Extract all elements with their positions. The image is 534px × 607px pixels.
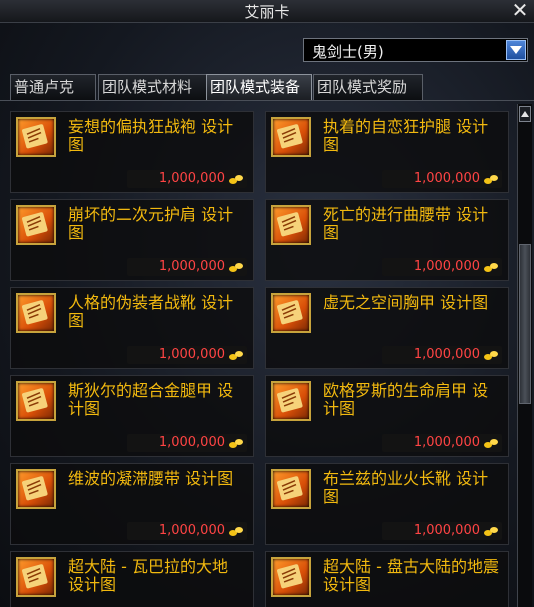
close-icon[interactable]: ✕ [510,0,530,22]
gold-coin-icon [229,351,243,360]
scroll-up-arrow-icon[interactable] [519,106,531,122]
window-title: 艾丽卡 [244,2,290,21]
item-name: 妄想的偏执狂战袍 设计图 [68,117,234,154]
class-select-value: 鬼剑士(男) [312,43,384,61]
item-name: 执着的自恋狂护腿 设计图 [323,117,489,154]
item-name: 崩坏的二次元护肩 设计图 [68,205,234,242]
tab-normal-luke[interactable]: 普通卢克 [10,74,96,100]
item-name: 超大陆 - 瓦巴拉的大地 设计图 [68,557,228,594]
list-item[interactable]: 斯狄尔的超合金腿甲 设计图 1,000,000 [10,375,254,457]
list-item[interactable]: 虚无之空间胸甲 设计图 1,000,000 [265,287,509,369]
item-price: 1,000,000 [127,434,247,452]
item-price: 1,000,000 [127,170,247,188]
tab-team-equipment[interactable]: 团队模式装备 [206,74,312,100]
blueprint-scroll-icon [16,293,56,333]
title-bar: 艾丽卡 ✕ [0,0,534,23]
scrollbar[interactable] [517,104,532,607]
item-name: 超大陆 - 盘古大陆的地震 设计图 [323,557,499,594]
list-item[interactable]: 人格的伪装者战靴 设计图 1,000,000 [10,287,254,369]
list-item[interactable]: 妄想的偏执狂战袍 设计图 1,000,000 [10,111,254,193]
item-price: 1,000,000 [382,258,502,276]
blueprint-scroll-icon [271,381,311,421]
gold-coin-icon [229,263,243,272]
tab-team-materials[interactable]: 团队模式材料 [98,74,208,100]
blueprint-scroll-icon [16,205,56,245]
tab-bar: 普通卢克 团队模式材料 团队模式装备 团队模式奖励 [10,74,450,100]
item-name: 人格的伪装者战靴 设计图 [68,293,234,330]
list-item[interactable]: 欧格罗斯的生命肩甲 设计图 1,000,000 [265,375,509,457]
blueprint-scroll-icon [16,469,56,509]
gold-coin-icon [484,439,498,448]
item-name: 死亡的进行曲腰带 设计图 [323,205,489,242]
item-name: 布兰兹的业火长靴 设计图 [323,469,489,506]
gold-coin-icon [229,175,243,184]
blueprint-scroll-icon [271,293,311,333]
gold-coin-icon [229,439,243,448]
tab-team-rewards[interactable]: 团队模式奖励 [313,74,423,100]
item-price: 1,000,000 [382,346,502,364]
blueprint-scroll-icon [271,469,311,509]
scrollbar-thumb[interactable] [519,244,531,404]
list-item[interactable]: 维波的凝滞腰带 设计图 1,000,000 [10,463,254,545]
list-item[interactable]: 崩坏的二次元护肩 设计图 1,000,000 [10,199,254,281]
item-name: 虚无之空间胸甲 设计图 [323,293,489,312]
item-price: 1,000,000 [127,258,247,276]
list-item[interactable]: 超大陆 - 盘古大陆的地震 设计图 [265,551,509,607]
item-name: 维波的凝滞腰带 设计图 [68,469,234,488]
list-item[interactable]: 死亡的进行曲腰带 设计图 1,000,000 [265,199,509,281]
blueprint-scroll-icon [271,117,311,157]
class-select[interactable]: 鬼剑士(男) [303,38,528,62]
blueprint-scroll-icon [16,117,56,157]
blueprint-scroll-icon [271,557,311,597]
gold-coin-icon [484,263,498,272]
item-name: 欧格罗斯的生命肩甲 设计图 [323,381,489,418]
blueprint-scroll-icon [16,381,56,421]
item-price: 1,000,000 [127,522,247,540]
dropdown-arrow-icon[interactable] [506,40,526,60]
item-list: 妄想的偏执狂战袍 设计图 1,000,000 执着的自恋狂护腿 设计图 1,00… [0,100,534,607]
item-price: 1,000,000 [127,346,247,364]
blueprint-scroll-icon [16,557,56,597]
gold-coin-icon [484,175,498,184]
item-price: 1,000,000 [382,522,502,540]
shop-window: 艾丽卡 ✕ 鬼剑士(男) 普通卢克 团队模式材料 团队模式装备 团队模式奖励 妄… [0,0,534,607]
list-item[interactable]: 执着的自恋狂护腿 设计图 1,000,000 [265,111,509,193]
item-name: 斯狄尔的超合金腿甲 设计图 [68,381,234,418]
gold-coin-icon [229,527,243,536]
list-item[interactable]: 布兰兹的业火长靴 设计图 1,000,000 [265,463,509,545]
gold-coin-icon [484,527,498,536]
item-price: 1,000,000 [382,170,502,188]
item-price: 1,000,000 [382,434,502,452]
list-item[interactable]: 超大陆 - 瓦巴拉的大地 设计图 [10,551,254,607]
blueprint-scroll-icon [271,205,311,245]
gold-coin-icon [484,351,498,360]
